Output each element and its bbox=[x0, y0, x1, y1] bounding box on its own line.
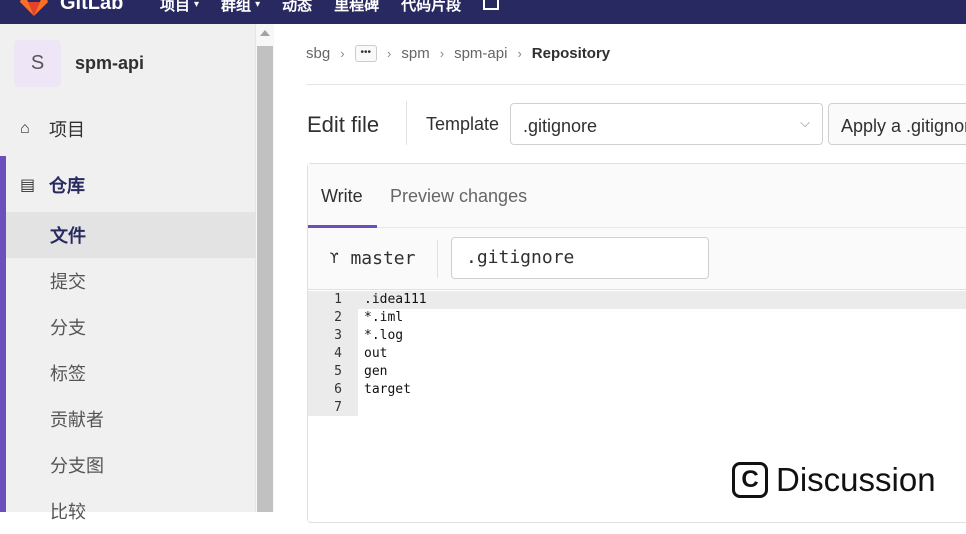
breadcrumb-current[interactable]: Repository bbox=[532, 45, 610, 62]
line-text: .idea111 bbox=[364, 292, 427, 307]
line-number: 5 bbox=[334, 364, 342, 379]
breadcrumb-item-project[interactable]: spm-api bbox=[454, 45, 507, 62]
sidebar-subitem-files[interactable]: 文件 bbox=[6, 212, 256, 258]
line-number: 2 bbox=[334, 310, 342, 325]
project-name: spm-api bbox=[75, 53, 145, 73]
scroll-thumb[interactable] bbox=[257, 46, 273, 512]
file-title-bar: ϒ master .gitignore bbox=[308, 228, 966, 290]
sidebar-subitem-graph[interactable]: 分支图 bbox=[6, 442, 256, 488]
nav-snippets[interactable]: 代码片段 bbox=[401, 0, 461, 15]
breadcrumb-item-group[interactable]: sbg bbox=[306, 45, 330, 62]
project-header[interactable]: S spm-api bbox=[14, 40, 144, 87]
divider bbox=[306, 84, 966, 85]
code-line[interactable]: 2 *.iml bbox=[308, 309, 966, 327]
code-line[interactable]: 5 gen bbox=[308, 363, 966, 381]
snippet-icon[interactable] bbox=[483, 0, 500, 10]
logo-text: GitLab bbox=[60, 0, 124, 14]
watermark-text: Discussion bbox=[776, 461, 936, 498]
tab-write[interactable]: Write bbox=[321, 186, 363, 207]
divider bbox=[437, 240, 438, 278]
chevron-down-icon: ▾ bbox=[194, 0, 200, 10]
branch-indicator: ϒ master bbox=[330, 248, 415, 269]
branch-icon: ϒ bbox=[330, 250, 339, 267]
nav-activity[interactable]: 动态 bbox=[282, 0, 312, 15]
gitlab-logo[interactable]: GitLab bbox=[18, 0, 123, 16]
home-icon: ⌂ bbox=[20, 120, 30, 137]
tab-preview-changes[interactable]: Preview changes bbox=[390, 186, 527, 207]
sidebar-subitem-compare[interactable]: 比较 bbox=[6, 488, 256, 534]
code-line[interactable]: 3 *.log bbox=[308, 327, 966, 345]
chevron-right-icon: › bbox=[517, 46, 522, 61]
code-line[interactable]: 6 target bbox=[308, 381, 966, 399]
template-type-select[interactable]: .gitignore ⌵ bbox=[510, 103, 823, 145]
template-label: Template bbox=[426, 114, 500, 134]
gutter-spacer bbox=[308, 416, 358, 521]
sidebar-subitem-commits[interactable]: 提交 bbox=[6, 258, 256, 304]
line-number: 7 bbox=[334, 400, 342, 415]
editor-tabs: Write Preview changes bbox=[308, 164, 966, 228]
sidebar-subitem-tags[interactable]: 标签 bbox=[6, 350, 256, 396]
chevron-down-icon: ▾ bbox=[255, 0, 261, 10]
code-line[interactable]: 1 .idea111 bbox=[308, 291, 966, 309]
line-text: *.iml bbox=[364, 310, 404, 325]
line-number: 6 bbox=[334, 382, 342, 397]
top-navbar: GitLab 项目 ▾ 群组 ▾ 动态 里程碑 代码片段 bbox=[0, 0, 966, 24]
line-number: 4 bbox=[334, 346, 342, 361]
document-icon: ▤ bbox=[20, 177, 36, 194]
line-text: out bbox=[364, 346, 388, 361]
chevron-down-icon: ⌵ bbox=[800, 115, 810, 130]
line-text: *.log bbox=[364, 328, 404, 343]
page-title: Edit file bbox=[307, 112, 380, 137]
breadcrumb: sbg › ••• › spm › spm-api › Repository bbox=[306, 45, 610, 62]
apply-template-button[interactable]: Apply a .gitignore bbox=[828, 103, 966, 145]
sidebar-item-project[interactable]: ⌂ 项目 bbox=[0, 106, 256, 152]
sidebar-subitem-contributors[interactable]: 贡献者 bbox=[6, 396, 256, 442]
divider bbox=[406, 101, 407, 145]
scroll-up-arrow-icon[interactable] bbox=[260, 30, 270, 36]
line-number: 3 bbox=[334, 328, 342, 343]
sidebar: S spm-api ⌂ 项目 ▤ 仓库 文件 提交 分支 标签 贡献者 分支图 … bbox=[0, 24, 256, 522]
chevron-right-icon: › bbox=[439, 46, 445, 61]
nav-milestones[interactable]: 里程碑 bbox=[334, 0, 379, 15]
sidebar-subitem-branches[interactable]: 分支 bbox=[6, 304, 256, 350]
chevron-right-icon: › bbox=[340, 46, 345, 61]
branch-name: master bbox=[350, 248, 416, 269]
top-nav-menu: 项目 ▾ 群组 ▾ 动态 里程碑 代码片段 bbox=[160, 0, 500, 15]
project-avatar: S bbox=[14, 40, 61, 87]
code-line[interactable]: 7 bbox=[308, 399, 966, 417]
gitlab-tanuki-icon bbox=[20, 0, 48, 16]
line-text: gen bbox=[364, 364, 388, 379]
breadcrumb-item-subgroup[interactable]: spm bbox=[401, 45, 429, 62]
chevron-right-icon: › bbox=[387, 46, 392, 61]
code-line[interactable]: 4 out bbox=[308, 345, 966, 363]
sidebar-scrollbar[interactable] bbox=[256, 24, 274, 512]
file-name-input[interactable]: .gitignore bbox=[451, 237, 709, 279]
line-number: 1 bbox=[334, 292, 342, 307]
sidebar-item-repository[interactable]: ▤ 仓库 bbox=[0, 162, 256, 208]
breadcrumb-more-button[interactable]: ••• bbox=[354, 45, 378, 62]
nav-projects[interactable]: 项目 ▾ bbox=[160, 0, 199, 15]
line-text: target bbox=[364, 382, 411, 397]
watermark: C Discussion bbox=[732, 461, 936, 499]
nav-groups[interactable]: 群组 ▾ bbox=[221, 0, 260, 15]
discussion-logo-icon: C bbox=[732, 462, 768, 498]
